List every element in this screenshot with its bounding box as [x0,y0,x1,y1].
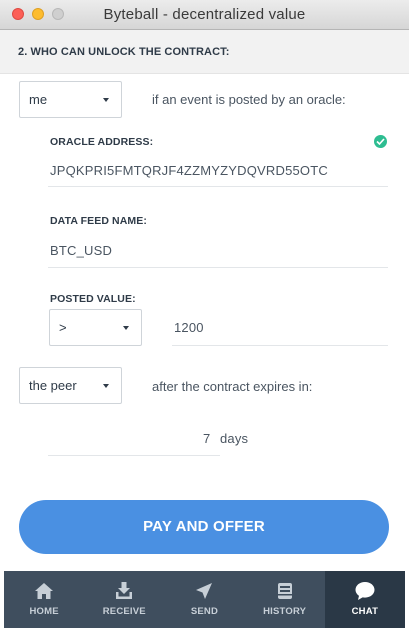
tab-receive[interactable]: RECEIVE [84,571,164,628]
expiry-underline [48,455,220,456]
zoom-window-button[interactable] [52,8,64,20]
comparison-select[interactable]: > [49,309,142,346]
history-icon [277,583,292,599]
data-feed-underline [48,267,388,268]
minimize-window-button[interactable] [32,8,44,20]
tab-send[interactable]: SEND [164,571,244,628]
chat-icon [355,582,375,600]
data-feed-label: DATA FEED NAME: [50,215,147,227]
unlock-party-value-1: me [29,92,48,107]
home-icon [35,583,54,599]
tab-home[interactable]: HOME [4,571,84,628]
tab-send-label: SEND [190,606,219,617]
send-icon [196,583,213,599]
unlock-party-select-2[interactable]: the peer [19,367,122,404]
posted-value-label: POSTED VALUE: [50,293,136,305]
tab-home-label: HOME [29,606,59,617]
bottom-tab-bar: HOME RECEIVE SEND HISTORY CHAT [4,571,405,628]
tab-chat[interactable]: CHAT [324,571,405,628]
expiry-unit-label: days [220,431,249,446]
chevron-down-icon [103,97,109,102]
comparison-value: > [59,320,67,335]
section-title: 2. WHO CAN UNLOCK THE CONTRACT: [0,30,409,74]
condition-expiry-text: after the contract expires in: [152,379,313,394]
oracle-address-label: ORACLE ADDRESS: [50,136,154,148]
condition-oracle-text: if an event is posted by an oracle: [152,92,346,107]
data-feed-field[interactable]: BTC_USD [50,243,112,258]
chevron-down-icon [123,325,129,330]
posted-value-field[interactable]: 1200 [174,320,204,335]
expiry-days-field[interactable]: 7 [203,431,210,446]
window-titlebar: Byteball - decentralized value [0,0,409,30]
tab-history[interactable]: HISTORY [245,571,325,628]
check-icon [374,135,387,148]
window-bottom-edge [0,628,409,632]
tab-receive-label: RECEIVE [102,606,146,617]
posted-value-underline [172,345,388,346]
unlock-party-select-1[interactable]: me [19,81,122,118]
close-window-button[interactable] [12,8,24,20]
oracle-address-underline [48,186,388,187]
tab-chat-label: CHAT [351,606,379,617]
oracle-address-field[interactable]: JPQKPRI5FMTQRJF4ZZMYZYDQVRD55OTC [50,163,328,178]
receive-icon [116,582,133,599]
chevron-down-icon [103,383,109,388]
pay-and-offer-button[interactable]: PAY AND OFFER [19,500,389,554]
unlock-party-value-2: the peer [29,378,77,393]
tab-history-label: HISTORY [263,606,307,617]
